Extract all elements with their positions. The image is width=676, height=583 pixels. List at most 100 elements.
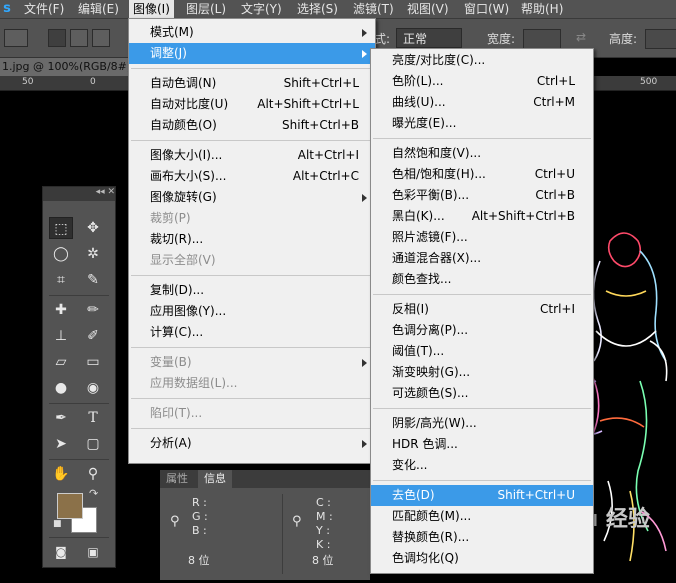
menu-separator: [373, 480, 591, 481]
menu-item[interactable]: 黑白(K)... Alt+Shift+Ctrl+B: [371, 206, 593, 227]
eyedropper-tool-icon[interactable]: ✎: [81, 269, 105, 291]
menu-item[interactable]: 色阶(L)... Ctrl+L: [371, 71, 593, 92]
menu-item[interactable]: 图像旋转(G): [129, 187, 375, 208]
menu-item[interactable]: 阴影/高光(W)...: [371, 413, 593, 434]
menu-item[interactable]: 模式(M): [129, 22, 375, 43]
menu-separator: [373, 138, 591, 139]
menu-item[interactable]: 色彩平衡(B)... Ctrl+B: [371, 185, 593, 206]
menu-item[interactable]: 色相/饱和度(H)... Ctrl+U: [371, 164, 593, 185]
menu-item[interactable]: 裁切(R)...: [129, 229, 375, 250]
menu-item[interactable]: 自动颜色(O) Shift+Ctrl+B: [129, 115, 375, 136]
tab-info[interactable]: 信息: [198, 470, 232, 488]
hand-tool-icon[interactable]: ✋: [49, 463, 73, 485]
lasso-tool-icon[interactable]: ◯: [49, 243, 73, 265]
tools-panel-header[interactable]: ◂◂ ✕: [43, 187, 115, 201]
menu-item[interactable]: 画布大小(S)... Alt+Ctrl+C: [129, 166, 375, 187]
zoom-tool-icon[interactable]: ⚲: [81, 463, 105, 485]
menubar-item[interactable]: 窗口(W): [460, 0, 513, 18]
menu-item[interactable]: 通道混合器(X)...: [371, 248, 593, 269]
tools-panel: ◂◂ ✕ ⬚ ✥ ◯ ✲ ⌗ ✎ ✚ ✏ ⊥ ✐ ▱ ▭ ● ◉ ✒ T ➤ ▢…: [42, 186, 116, 568]
crop-tool-icon[interactable]: ⌗: [49, 269, 73, 291]
move-tool-icon[interactable]: ✥: [81, 217, 105, 239]
width-field[interactable]: [523, 29, 561, 49]
menu-item-label: 色阶(L)...: [392, 74, 444, 88]
menu-item[interactable]: 色调分离(P)...: [371, 320, 593, 341]
menubar-item[interactable]: 帮助(H): [517, 0, 567, 18]
menu-item-label: 陷印(T)...: [150, 406, 203, 420]
menu-item[interactable]: 自然饱和度(V)...: [371, 143, 593, 164]
history-brush-tool-icon[interactable]: ✐: [81, 325, 105, 347]
eraser-tool-icon[interactable]: ▱: [49, 351, 73, 373]
menu-item[interactable]: 自动色调(N) Shift+Ctrl+L: [129, 73, 375, 94]
foreground-color-swatch[interactable]: [57, 493, 83, 519]
menubar-item[interactable]: 文字(Y): [237, 0, 286, 18]
menu-item[interactable]: 渐变映射(G)...: [371, 362, 593, 383]
menu-item-shortcut: Ctrl+I: [540, 302, 575, 316]
menu-item[interactable]: 照片滤镜(F)...: [371, 227, 593, 248]
menubar-item[interactable]: 图像(I): [129, 0, 174, 18]
rect-marquee-tool-icon[interactable]: ⬚: [49, 217, 73, 239]
menu-item[interactable]: 阈值(T)...: [371, 341, 593, 362]
new-selection-button[interactable]: [48, 29, 66, 47]
menu-item[interactable]: 调整(J): [129, 43, 375, 64]
info-k-label: K :: [316, 538, 331, 551]
shape-tool-icon[interactable]: ▢: [81, 433, 105, 455]
tab-properties[interactable]: 属性: [160, 470, 194, 488]
quick-mask-icon[interactable]: ◙: [49, 541, 73, 563]
screen-mode-icon[interactable]: ▣: [81, 541, 105, 563]
menu-item[interactable]: 曝光度(E)...: [371, 113, 593, 134]
menubar-item[interactable]: 文件(F): [20, 0, 68, 18]
type-tool-icon[interactable]: T: [81, 407, 105, 429]
menu-item-label: 色调分离(P)...: [392, 323, 469, 337]
swap-icon[interactable]: ⇄: [576, 30, 586, 44]
subtract-selection-button[interactable]: [92, 29, 110, 47]
menu-item[interactable]: 去色(D) Shift+Ctrl+U: [371, 485, 593, 506]
menu-item[interactable]: 应用图像(Y)...: [129, 301, 375, 322]
menu-item[interactable]: 亮度/对比度(C)...: [371, 50, 593, 71]
path-selection-tool-icon[interactable]: ➤: [49, 433, 73, 455]
menu-item[interactable]: 自动对比度(U) Alt+Shift+Ctrl+L: [129, 94, 375, 115]
menu-item[interactable]: 颜色查找...: [371, 269, 593, 290]
menu-item[interactable]: 曲线(U)... Ctrl+M: [371, 92, 593, 113]
gradient-tool-icon[interactable]: ▭: [81, 351, 105, 373]
height-field[interactable]: [645, 29, 676, 49]
menu-item[interactable]: 图像大小(I)... Alt+Ctrl+I: [129, 145, 375, 166]
menu-item[interactable]: 变化...: [371, 455, 593, 476]
menubar-item[interactable]: 编辑(E): [74, 0, 123, 18]
menubar-item[interactable]: 选择(S): [293, 0, 342, 18]
menu-item[interactable]: 替换颜色(R)...: [371, 527, 593, 548]
menu-item-label: 自动色调(N): [150, 76, 217, 90]
pen-tool-icon[interactable]: ✒: [49, 407, 73, 429]
healing-brush-tool-icon[interactable]: ✚: [49, 299, 73, 321]
dodge-tool-icon[interactable]: ◉: [81, 377, 105, 399]
menu-item[interactable]: 色调均化(Q): [371, 548, 593, 569]
style-select[interactable]: 正常: [396, 28, 462, 48]
menu-item-label: HDR 色调...: [392, 437, 458, 451]
menubar-item[interactable]: 滤镜(T): [349, 0, 398, 18]
default-colors-icon[interactable]: ■: [53, 519, 62, 529]
add-selection-button[interactable]: [70, 29, 88, 47]
menu-item[interactable]: 计算(C)...: [129, 322, 375, 343]
menu-separator: [131, 68, 373, 69]
menu-item[interactable]: 匹配颜色(M)...: [371, 506, 593, 527]
swap-colors-icon[interactable]: ↷: [89, 487, 98, 500]
menu-item[interactable]: 复制(D)...: [129, 280, 375, 301]
menubar-item[interactable]: 图层(L): [182, 0, 230, 18]
brush-tool-icon[interactable]: ✏: [81, 299, 105, 321]
menu-item[interactable]: 可选颜色(S)...: [371, 383, 593, 404]
blur-tool-icon[interactable]: ●: [49, 377, 73, 399]
menubar-item[interactable]: 视图(V): [403, 0, 453, 18]
magic-wand-tool-icon[interactable]: ✲: [81, 243, 105, 265]
marquee-preset-button[interactable]: [4, 29, 28, 47]
menu-item-label: 黑白(K)...: [392, 209, 445, 223]
menu-item-label: 应用数据组(L)...: [150, 376, 238, 390]
info-bits-right: 8 位: [312, 554, 334, 567]
menu-item[interactable]: HDR 色调...: [371, 434, 593, 455]
menu-item: 陷印(T)...: [129, 403, 375, 424]
clone-stamp-tool-icon[interactable]: ⊥: [49, 325, 73, 347]
menu-item[interactable]: 反相(I) Ctrl+I: [371, 299, 593, 320]
menu-item[interactable]: 分析(A): [129, 433, 375, 454]
info-panel: 属性 信息 ⚲ R : G : B : 8 位 ⚲ C : M : Y : K …: [160, 470, 370, 580]
document-tab[interactable]: 1.jpg @ 100%(RGB/8#): [0, 58, 130, 76]
submenu-arrow-icon: [362, 29, 367, 37]
